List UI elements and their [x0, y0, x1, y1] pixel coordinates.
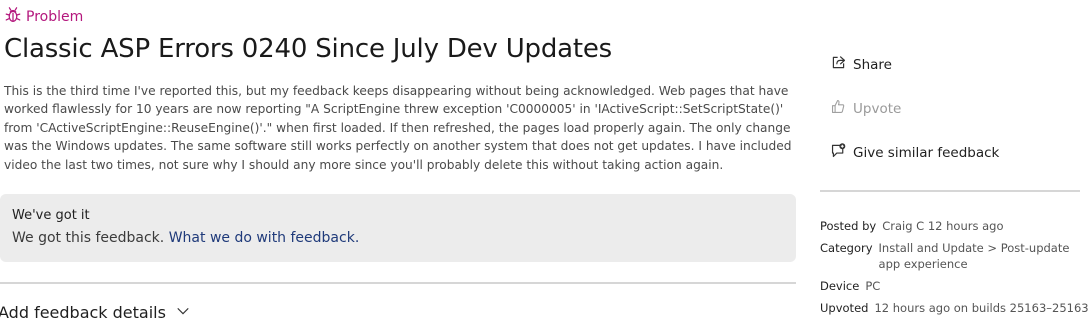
meta-label: Category — [820, 241, 873, 255]
meta-posted-by: Posted by Craig C 12 hours ago — [820, 218, 1004, 234]
add-feedback-details-toggle[interactable]: Add feedback details — [0, 303, 190, 322]
status-title: We've got it — [12, 208, 90, 223]
meta-value: PC — [865, 279, 881, 293]
what-we-do-link[interactable]: What we do with feedback. — [169, 230, 360, 246]
meta-device: Device PC — [820, 278, 880, 294]
share-label: Share — [853, 56, 892, 73]
divider — [0, 282, 796, 284]
meta-label: Upvoted — [820, 301, 869, 315]
status-text: We got this feedback. — [12, 230, 165, 246]
divider — [820, 190, 1080, 192]
meta-value: 12 hours ago on builds 25163–25163 — [874, 301, 1089, 315]
feedback-type-label: Problem — [26, 9, 84, 25]
feedback-title: Classic ASP Errors 0240 Since July Dev U… — [4, 34, 612, 64]
give-similar-feedback-label: Give similar feedback — [853, 144, 1000, 161]
give-similar-feedback-button[interactable]: Give similar feedback — [830, 142, 999, 163]
meta-label: Device — [820, 279, 860, 293]
meta-category: Category Install and Update > Post-update… — [820, 240, 1089, 272]
bug-icon — [4, 6, 22, 28]
share-icon — [830, 54, 847, 75]
add-comment-icon — [830, 142, 847, 163]
meta-value: Craig C 12 hours ago — [882, 219, 1004, 233]
meta-value: Install and Update > Post-update app exp… — [878, 241, 1070, 271]
thumbs-up-icon — [830, 98, 847, 119]
feedback-description: This is the third time I've reported thi… — [4, 84, 792, 172]
upvote-button[interactable]: Upvote — [830, 98, 901, 119]
meta-label: Posted by — [820, 219, 877, 233]
status-text-row: We got this feedback. What we do with fe… — [12, 230, 359, 246]
upvote-label: Upvote — [853, 100, 902, 117]
status-card: We've got it We got this feedback. What … — [0, 194, 796, 262]
share-button[interactable]: Share — [830, 54, 892, 75]
feedback-type: Problem — [4, 6, 83, 28]
add-feedback-details-label: Add feedback details — [0, 303, 166, 322]
meta-upvoted: Upvoted 12 hours ago on builds 25163–2516… — [820, 300, 1089, 316]
chevron-down-icon — [176, 303, 190, 322]
